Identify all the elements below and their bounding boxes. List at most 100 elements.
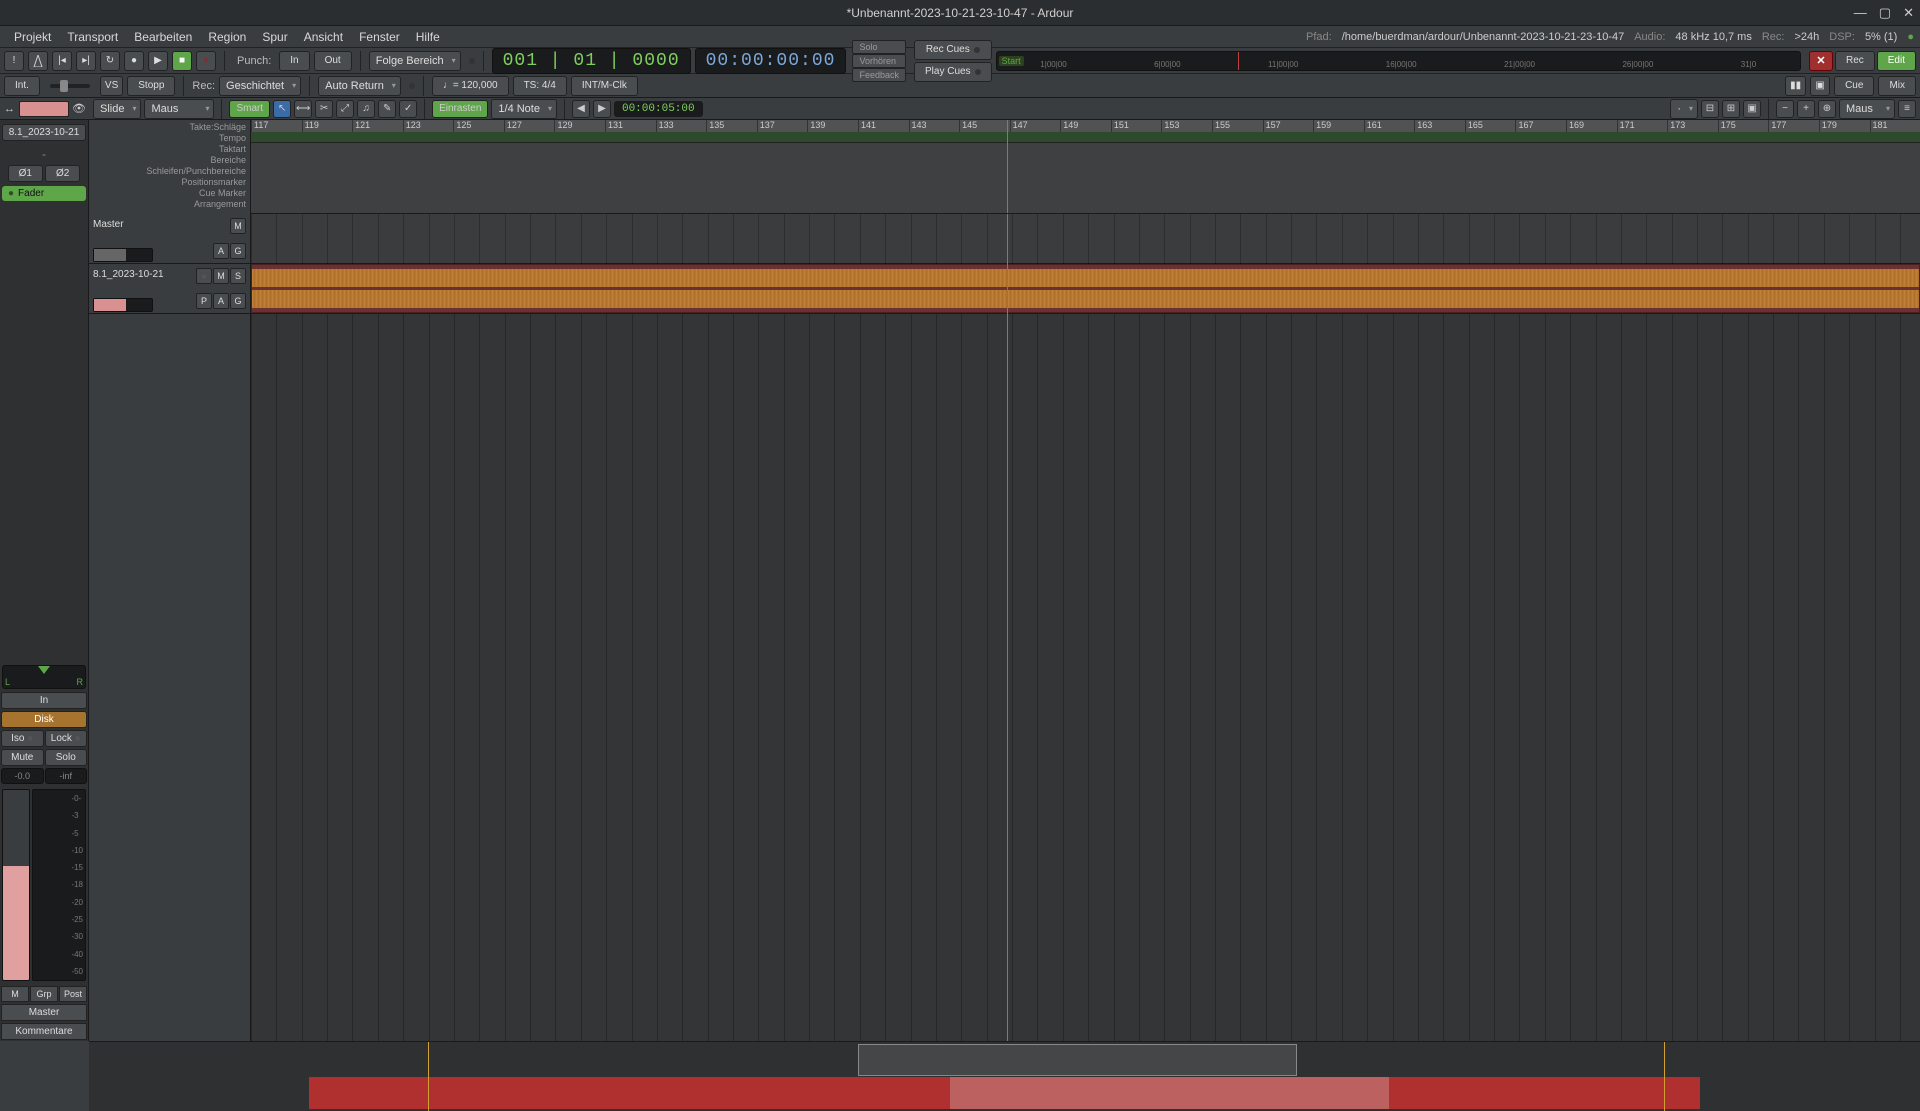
track-fader[interactable] — [93, 298, 153, 312]
cut-tool-button[interactable]: ✂ — [315, 100, 333, 118]
canvas[interactable] — [251, 214, 1920, 1041]
phase-2-button[interactable]: Ø2 — [45, 165, 80, 182]
audio-region[interactable] — [251, 264, 1920, 313]
menu-ansicht[interactable]: Ansicht — [296, 28, 351, 46]
shuttle-slider[interactable] — [50, 84, 90, 88]
mute-button[interactable]: Mute — [1, 749, 44, 766]
gain-fader[interactable] — [2, 789, 30, 981]
track-expand-button[interactable]: + — [1797, 100, 1815, 118]
visibility-icon[interactable]: 👁 — [71, 102, 87, 115]
xrun-indicator-icon[interactable]: ● — [1907, 31, 1914, 43]
secondary-clock[interactable]: 00:00:00:00 — [695, 48, 847, 74]
close-icon[interactable]: ✕ — [1903, 5, 1914, 21]
nudge-clock[interactable]: 00:00:05:00 — [614, 101, 703, 117]
nudge-fwd-button[interactable]: ▶ — [593, 100, 611, 118]
midi-panic-button[interactable]: ! — [4, 51, 24, 71]
master-automation[interactable]: A — [213, 243, 229, 259]
menu-bearbeiten[interactable]: Bearbeiten — [126, 28, 200, 46]
script-button-1[interactable]: ▮▮ — [1785, 76, 1806, 96]
recmode-dropdown[interactable]: Geschichtet — [219, 76, 301, 96]
track-fit-button[interactable]: ⊕ — [1818, 100, 1836, 118]
rec-enable-button[interactable]: ● — [196, 51, 216, 71]
audition-indicator[interactable]: Vorhören — [852, 54, 906, 68]
track-playlist[interactable]: P — [196, 293, 212, 309]
solo-indicator[interactable]: Solo — [852, 40, 906, 54]
grid-dropdown[interactable]: 1/4 Note — [491, 99, 557, 119]
loop-button[interactable]: ↻ — [100, 51, 120, 71]
menu-spur[interactable]: Spur — [254, 28, 295, 46]
list-toggle-button[interactable]: ≡ — [1898, 100, 1916, 118]
edit-mode-dropdown[interactable]: Slide — [93, 99, 141, 119]
iso-button[interactable]: Iso ● — [1, 730, 44, 747]
summary-view[interactable] — [89, 1041, 1920, 1111]
audio-track-header[interactable]: 8.1_2023-10-21 M S P A G — [89, 264, 250, 314]
cue-page-button[interactable]: Cue — [1834, 76, 1874, 96]
draw-tool-button[interactable]: ✎ — [378, 100, 396, 118]
meter-point-post[interactable]: Post — [59, 986, 87, 1002]
mix-page-button[interactable]: Mix — [1878, 76, 1916, 96]
zoom-in-button[interactable]: ⊞ — [1722, 100, 1740, 118]
play-cues-button[interactable]: Play Cues — [914, 62, 992, 82]
mini-timeline[interactable]: Start 1|00|006|00|0011|00|0016|00|0021|0… — [996, 51, 1801, 71]
snap-button[interactable]: Einrasten — [432, 100, 488, 118]
ruler-area[interactable]: 1171191211231251271291311331351371391411… — [251, 120, 1920, 214]
master-fader[interactable] — [93, 248, 153, 262]
object-tool-button[interactable]: ↖ — [273, 100, 291, 118]
audition-tool-button[interactable]: ♫ — [357, 100, 375, 118]
track-automation[interactable]: A — [213, 293, 229, 309]
menu-hilfe[interactable]: Hilfe — [408, 28, 448, 46]
track-mute[interactable]: M — [213, 268, 229, 284]
auto-return-dropdown[interactable]: Auto Return — [318, 76, 401, 96]
sync-button[interactable]: Int. — [4, 76, 40, 96]
stop-label-button[interactable]: Stopp — [127, 76, 175, 96]
timesig-display[interactable]: TS: 4/4 — [513, 76, 567, 96]
punch-in-button[interactable]: In — [279, 51, 309, 71]
zoom-out-button[interactable]: ⊟ — [1701, 100, 1719, 118]
primary-clock[interactable]: 001 | 01 | 0000 — [492, 48, 691, 74]
track-solo[interactable]: S — [230, 268, 246, 284]
zoom-fit-button[interactable]: ▣ — [1743, 100, 1761, 118]
panner[interactable]: L R — [2, 665, 86, 689]
width-icon[interactable]: ↔ — [2, 103, 17, 115]
error-log-button[interactable]: ✕ — [1809, 51, 1833, 71]
summary-viewport[interactable] — [858, 1044, 1297, 1076]
menu-transport[interactable]: Transport — [59, 28, 126, 46]
fader-processor[interactable]: Fader — [2, 186, 86, 201]
goto-end-button[interactable]: ▸| — [76, 51, 96, 71]
group-button[interactable]: Grp — [30, 986, 58, 1002]
goto-start-button[interactable]: |◂ — [52, 51, 72, 71]
track-group[interactable]: G — [230, 293, 246, 309]
maximize-icon[interactable]: ▢ — [1879, 5, 1891, 21]
playhead-line-icon[interactable] — [1007, 214, 1008, 1041]
menu-fenster[interactable]: Fenster — [351, 28, 408, 46]
track-color-swatch[interactable] — [19, 101, 69, 117]
peak-value[interactable]: -inf — [45, 768, 88, 784]
metronome-button[interactable] — [28, 51, 48, 71]
master-mute[interactable]: M — [230, 218, 246, 234]
master-track-header[interactable]: Master M A G — [89, 214, 250, 264]
stop-button[interactable]: ■ — [172, 51, 192, 71]
menu-projekt[interactable]: Projekt — [6, 28, 59, 46]
output-routing[interactable]: Master — [1, 1004, 87, 1021]
script-button-2[interactable]: ▣ — [1810, 76, 1830, 96]
playhead-icon[interactable] — [1007, 120, 1008, 213]
track-shrink-button[interactable]: − — [1776, 100, 1794, 118]
smart-mode-button[interactable]: Smart — [229, 100, 270, 118]
range-tool-button[interactable]: ⟷ — [294, 100, 312, 118]
phase-1-button[interactable]: Ø1 — [8, 165, 43, 182]
rec-page-button[interactable]: Rec — [1835, 51, 1875, 71]
sync-source[interactable]: INT/M-Clk — [571, 76, 638, 96]
zoom-preset-dropdown[interactable]: Maus — [1839, 99, 1895, 119]
tempo-display[interactable]: ♩= 120,000 — [432, 76, 509, 96]
follow-range-dropdown[interactable]: Folge Bereich — [369, 51, 461, 71]
zoom-focus-dropdown[interactable]: · — [1670, 99, 1698, 119]
nudge-back-button[interactable]: ◀ — [572, 100, 590, 118]
monitor-disk-button[interactable]: Disk — [1, 711, 87, 728]
edit-point-dropdown[interactable]: Maus — [144, 99, 214, 119]
lock-button[interactable]: Lock ● — [45, 730, 88, 747]
stretch-tool-button[interactable]: ⤢ — [336, 100, 354, 118]
solo-button[interactable]: Solo — [45, 749, 88, 766]
comments-button[interactable]: Kommentare — [1, 1023, 87, 1040]
edit-page-button[interactable]: Edit — [1877, 51, 1916, 71]
record-button[interactable]: ● — [124, 51, 144, 71]
